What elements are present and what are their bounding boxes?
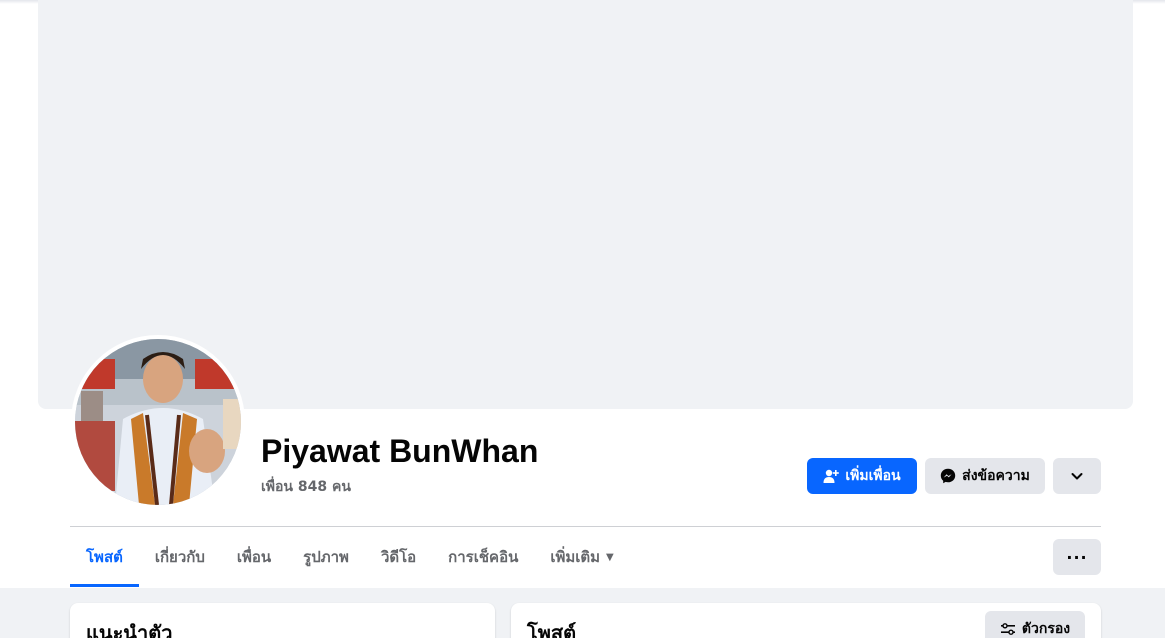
tab-checkins[interactable]: การเช็คอิน	[432, 527, 534, 587]
profile-avatar[interactable]	[71, 335, 245, 509]
tab-posts[interactable]: โพสต์	[70, 527, 139, 587]
intro-title: แนะนำตัว	[86, 621, 173, 638]
tab-about[interactable]: เกี่ยวกับ	[139, 527, 221, 587]
tab-friends[interactable]: เพื่อน	[221, 527, 287, 587]
more-dots-button[interactable]: ···	[1053, 539, 1101, 575]
posts-title: โพสต์	[527, 621, 577, 638]
tab-videos[interactable]: วิดีโอ	[365, 527, 432, 587]
tab-photos[interactable]: รูปภาพ	[287, 527, 365, 587]
tab-videos-label: วิดีโอ	[380, 548, 417, 566]
sliders-icon	[1000, 621, 1016, 637]
tab-more[interactable]: เพิ่มเติม ▼	[534, 527, 629, 587]
more-dots-icon: ···	[1066, 547, 1088, 567]
tab-more-label: เพิ่มเติม	[550, 548, 601, 566]
person-plus-icon	[823, 468, 840, 484]
add-friend-label: เพิ่มเพื่อน	[845, 468, 901, 484]
add-friend-button[interactable]: เพิ่มเพื่อน	[807, 458, 917, 494]
tab-checkins-label: การเช็คอิน	[448, 548, 519, 566]
avatar-photo	[75, 339, 241, 505]
profile-options-button[interactable]	[1053, 458, 1101, 494]
friends-count[interactable]: เพื่อน 848 คน	[261, 476, 351, 498]
send-message-label: ส่งข้อความ	[962, 468, 1030, 484]
tab-friends-label: เพื่อน	[236, 548, 272, 566]
caret-down-icon: ▼	[606, 551, 614, 563]
send-message-button[interactable]: ส่งข้อความ	[925, 458, 1045, 494]
filter-label: ตัวกรอง	[1021, 621, 1071, 637]
posts-card: โพสต์ ตัวกรอง	[511, 603, 1101, 638]
profile-tabs: โพสต์ เกี่ยวกับ เพื่อน รูปภาพ วิดีโอ การ…	[70, 527, 630, 587]
messenger-icon	[940, 468, 956, 484]
tab-about-label: เกี่ยวกับ	[154, 548, 205, 566]
chevron-down-icon	[1070, 469, 1084, 483]
tab-posts-label: โพสต์	[86, 548, 123, 566]
profile-name: Piyawat BunWhan	[261, 433, 539, 469]
filter-button[interactable]: ตัวกรอง	[985, 611, 1085, 638]
tab-photos-label: รูปภาพ	[303, 548, 349, 566]
intro-card: แนะนำตัว	[70, 603, 495, 638]
